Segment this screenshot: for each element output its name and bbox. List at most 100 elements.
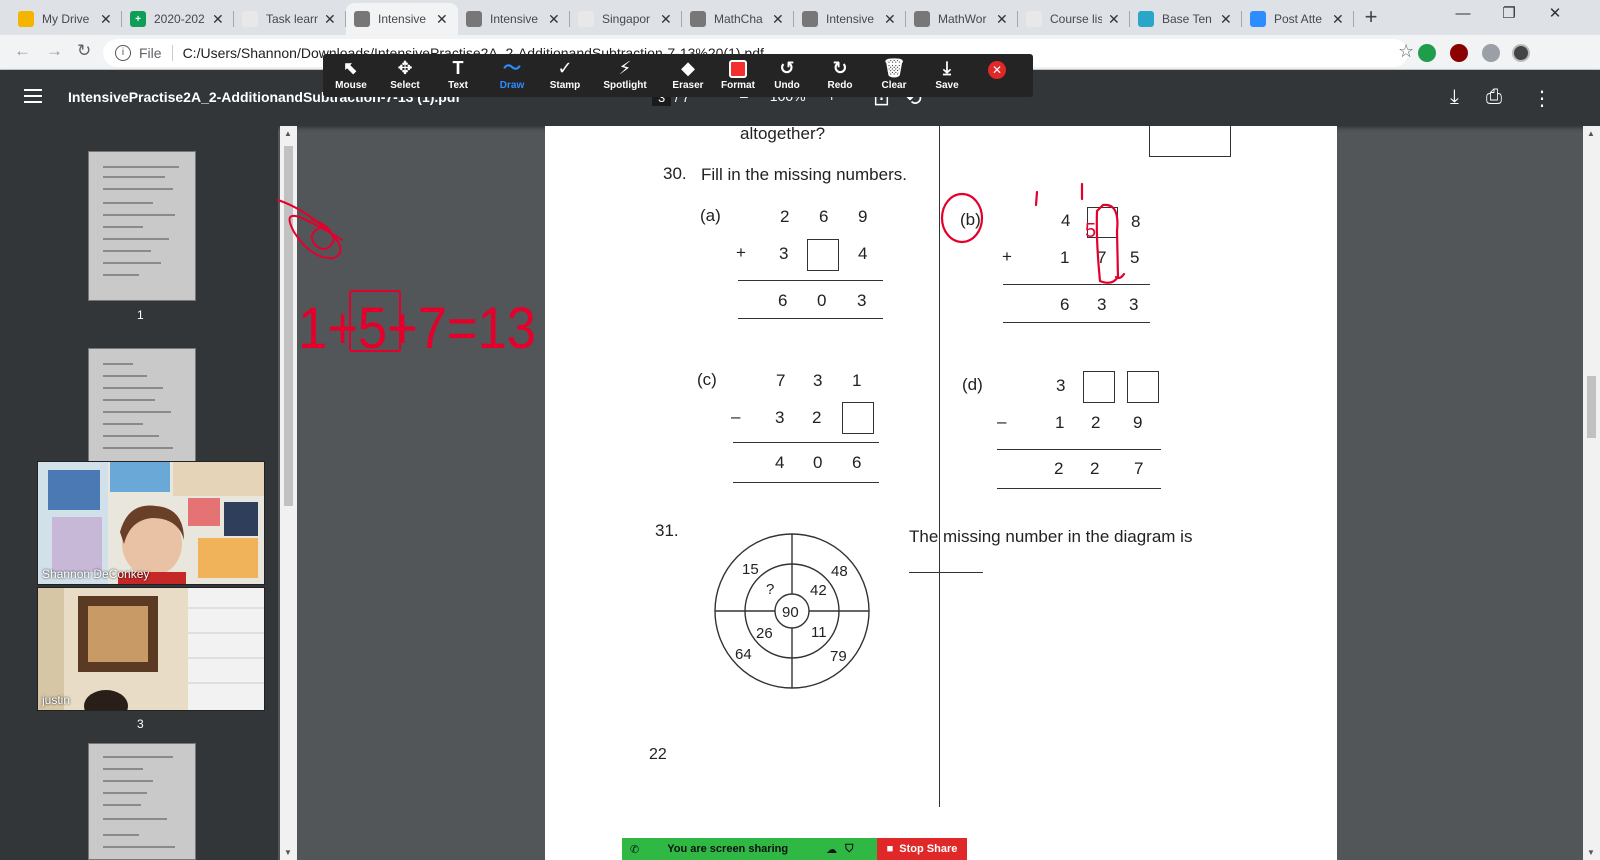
more-options-icon[interactable]: ⋮	[1532, 86, 1552, 111]
spotlight-tool-button[interactable]: ⚡ Spotlight	[597, 56, 653, 91]
tab-close-icon[interactable]: ✕	[884, 11, 896, 28]
save-tool-button[interactable]: ⤓ Save	[919, 56, 975, 91]
tab-close-icon[interactable]: ✕	[548, 11, 560, 28]
extension-ublock-icon[interactable]	[1450, 44, 1468, 62]
page-number: 22	[649, 746, 667, 763]
browser-tab[interactable]: +2020-202 ✕	[122, 3, 234, 35]
d-row2-ones: 9	[1133, 413, 1143, 432]
part-c-label: (c)	[697, 370, 717, 389]
tab-separator	[1353, 11, 1354, 27]
profile-avatar[interactable]	[1512, 44, 1530, 62]
browser-tab[interactable]: MathWor ✕	[906, 3, 1018, 35]
download-icon[interactable]: ⤓	[1450, 86, 1459, 109]
extension-puzzle-icon[interactable]	[1482, 44, 1500, 62]
tab-close-icon[interactable]: ✕	[660, 11, 672, 28]
tab-favicon-icon	[466, 11, 482, 27]
q30-instruction: Fill in the missing numbers.	[701, 165, 907, 184]
a-result-tens: 0	[817, 291, 827, 310]
tab-close-icon[interactable]: ✕	[996, 11, 1008, 28]
back-button[interactable]: ←	[14, 41, 31, 61]
a-row1-tens: 6	[819, 207, 829, 226]
stop-share-button[interactable]: ■ Stop Share	[877, 838, 967, 860]
video-tile-shannon[interactable]: Shannon DeConkey	[37, 461, 265, 585]
reload-button[interactable]: ↻	[77, 41, 91, 61]
print-icon[interactable]: ⎙	[1486, 86, 1502, 109]
minimize-button[interactable]: —	[1440, 0, 1486, 30]
tab-label: Intensive	[378, 12, 427, 26]
close-annotation-icon[interactable]: ✕	[988, 61, 1006, 79]
part-d-label: (d)	[962, 375, 983, 394]
tool-label: Text	[448, 80, 468, 91]
redo-tool-button[interactable]: ↻ Redo	[812, 56, 868, 91]
screen-sharing-status[interactable]: ✆ You are screen sharing ☁ ⛉	[622, 838, 877, 860]
format-icon	[729, 60, 747, 78]
share-status-text: You are screen sharing	[667, 843, 789, 855]
b-handwritten-answer: 5	[1085, 220, 1096, 242]
tab-favicon-icon	[1250, 11, 1266, 27]
select-tool-button[interactable]: ✥ Select	[377, 56, 433, 91]
browser-tab[interactable]: Intensive ✕	[458, 3, 570, 35]
q31-answer-line	[909, 572, 983, 573]
page-thumbnail-2[interactable]	[88, 348, 196, 468]
browser-tab[interactable]: Task learn ✕	[234, 3, 346, 35]
tab-close-icon[interactable]: ✕	[212, 11, 224, 28]
c-row1-tens: 3	[813, 371, 823, 390]
tab-close-icon[interactable]: ✕	[1108, 11, 1120, 28]
tab-label: 2020-202	[154, 12, 205, 26]
tab-close-icon[interactable]: ✕	[324, 11, 336, 28]
format-tool-button[interactable]: Format	[710, 56, 766, 91]
forward-button[interactable]: →	[46, 41, 63, 61]
tab-close-icon[interactable]: ✕	[100, 11, 112, 28]
browser-tab[interactable]: Course lis ✕	[1018, 3, 1130, 35]
trash-icon: 🗑	[882, 58, 906, 78]
browser-tab[interactable]: Intensive ✕	[346, 3, 458, 35]
answer-box-prev	[1149, 122, 1231, 157]
text-tool-button[interactable]: T Text	[430, 56, 486, 91]
spotlight-icon: ⚡	[618, 58, 632, 78]
eraser-tool-button[interactable]: ◆ Eraser	[660, 56, 716, 91]
browser-tab[interactable]: Singapor ✕	[570, 3, 682, 35]
draw-tool-button[interactable]: 〜 Draw	[484, 56, 540, 91]
diagram-outer-tr: 48	[831, 563, 848, 580]
tab-close-icon[interactable]: ✕	[436, 11, 448, 28]
video-tile-justin[interactable]: justin	[37, 587, 265, 711]
tab-favicon-icon	[242, 11, 258, 27]
bookmark-star-icon[interactable]: ☆	[1398, 41, 1414, 62]
undo-tool-button[interactable]: ↺ Undo	[759, 56, 815, 91]
stamp-tool-button[interactable]: ✓ Stamp	[537, 56, 593, 91]
participant-name-1: Shannon DeConkey	[42, 567, 150, 581]
tab-close-icon[interactable]: ✕	[1220, 11, 1232, 28]
d-operator: –	[997, 412, 1007, 431]
mouse-tool-button[interactable]: ⬉ Mouse	[323, 56, 379, 91]
tab-favicon-icon	[914, 11, 930, 27]
clear-tool-button[interactable]: 🗑 Clear	[866, 56, 922, 91]
extension-green-icon[interactable]	[1418, 44, 1436, 62]
omnibox-divider	[171, 45, 173, 61]
stop-share-label: Stop Share	[899, 843, 958, 855]
tab-favicon-icon	[354, 11, 370, 27]
browser-tab[interactable]: Base Ten ✕	[1130, 3, 1242, 35]
d-line-top	[997, 449, 1161, 450]
browser-tab[interactable]: MathCha ✕	[682, 3, 794, 35]
close-window-button[interactable]: ✕	[1532, 0, 1578, 30]
page-thumbnail-4[interactable]	[88, 743, 196, 860]
page-thumbnail-1[interactable]	[88, 151, 196, 301]
menu-icon[interactable]	[24, 89, 42, 103]
tab-close-icon[interactable]: ✕	[1332, 11, 1344, 28]
browser-tab[interactable]: Intensive ✕	[794, 3, 906, 35]
diagram-center: 90	[782, 604, 799, 621]
a-result-hundreds: 6	[778, 291, 788, 310]
d-missing-box-ones	[1127, 371, 1159, 403]
browser-tab[interactable]: My Drive ✕	[10, 3, 122, 35]
move-icon: ✥	[397, 58, 413, 78]
info-icon[interactable]: i	[115, 45, 131, 61]
tab-close-icon[interactable]: ✕	[772, 11, 784, 28]
cloud-icon: ☁	[826, 843, 838, 856]
restore-button[interactable]: ❐	[1486, 0, 1532, 30]
scheme-label: File	[139, 45, 162, 61]
browser-tab[interactable]: Post Atte ✕	[1242, 3, 1354, 35]
new-tab-button[interactable]: +	[1358, 5, 1384, 31]
document-scroll-thumb[interactable]	[1587, 376, 1596, 438]
d-missing-box-tens	[1083, 371, 1115, 403]
document-scrollbar[interactable]: ▲ ▼	[1583, 126, 1600, 860]
